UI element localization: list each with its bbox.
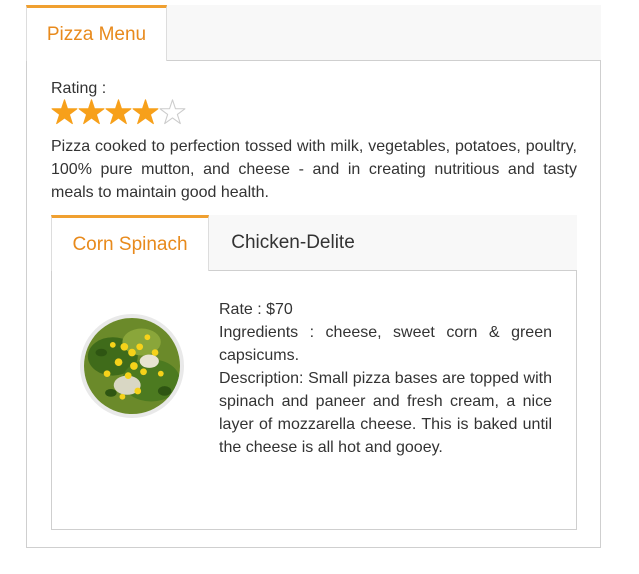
star-filled-icon[interactable] xyxy=(78,98,105,126)
tab-chicken-delite[interactable]: Chicken-Delite xyxy=(209,215,377,271)
tab-corn-spinach[interactable]: Corn Spinach xyxy=(51,215,209,271)
star-empty-icon[interactable] xyxy=(159,98,186,126)
item-details: Rate : $70 Ingredients : cheese, sweet c… xyxy=(76,298,552,459)
tab-corn-spinach-label: Corn Spinach xyxy=(72,233,188,255)
rating-label: Rating : xyxy=(51,80,107,97)
star-filled-icon[interactable] xyxy=(132,98,159,126)
tab-pizza-menu[interactable]: Pizza Menu xyxy=(26,5,167,61)
tab-chicken-delite-label: Chicken-Delite xyxy=(231,232,355,253)
star-filled-icon[interactable] xyxy=(105,98,132,126)
rating-stars[interactable] xyxy=(51,98,186,128)
intro-text: Pizza cooked to perfection tossed with m… xyxy=(51,138,577,201)
tab-pizza-menu-label: Pizza Menu xyxy=(46,23,147,45)
star-filled-icon[interactable] xyxy=(51,98,78,126)
